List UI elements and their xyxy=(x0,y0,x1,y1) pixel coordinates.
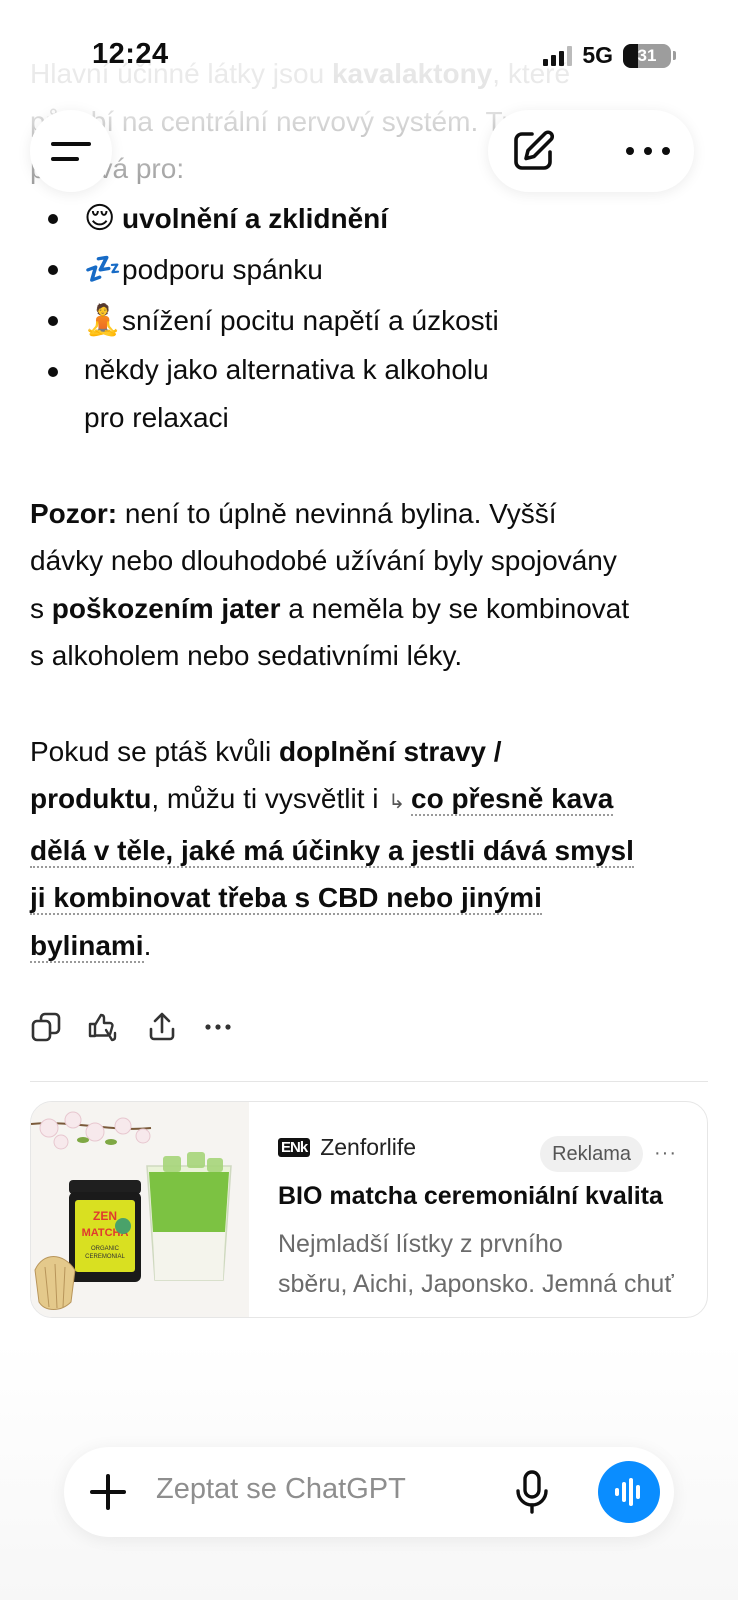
closing-paragraph: Pokud se ptáš kvůli doplnění stravy / pr… xyxy=(30,728,710,970)
list-item-text: podporu spánku xyxy=(122,253,323,285)
list-item-text: pro relaxaci xyxy=(84,401,229,433)
warning-label: Pozor: xyxy=(30,497,118,529)
chat-input[interactable] xyxy=(156,1473,486,1506)
closing-text: , můžu ti vysvětlit i xyxy=(151,783,387,814)
warning-bold: poškozením jater xyxy=(51,592,281,624)
new-chat-edit-icon[interactable] xyxy=(510,128,556,174)
closing-bold: doplnění stravy / xyxy=(279,735,502,767)
follow-up-link[interactable]: ji kombinovat třeba s CBD nebo jinými xyxy=(30,882,542,915)
warning-text: s xyxy=(30,592,52,624)
list-item: 😌 uvolnění a zklidnění xyxy=(30,193,710,244)
composer-bar xyxy=(64,1447,674,1537)
sleeping-zzz-icon: 💤 xyxy=(84,251,122,287)
list-item: někdy jako alternativa k alkoholu pro rel… xyxy=(30,346,710,442)
ad-badge: Reklama xyxy=(540,1136,643,1172)
follow-up-link[interactable]: co přesně kava xyxy=(411,783,614,816)
ad-description-line: sběru, Aichi, Japonsko. Jemná chuť xyxy=(278,1270,674,1298)
network-type: 5G xyxy=(582,42,613,68)
status-bar: 12:24 5G 31 xyxy=(0,0,738,70)
benefit-list: 😌 uvolnění a zklidnění 💤podporu spánku 🧘s… xyxy=(30,193,710,442)
warning-text: s alkoholem nebo sedativními léky. xyxy=(30,640,463,671)
brand-logo: ENk xyxy=(278,1138,311,1157)
list-item: 🧘snížení pocitu napětí a úzkosti xyxy=(30,295,710,346)
warning-paragraph: Pozor: není to úplně nevinná bylina. Vyš… xyxy=(30,490,710,680)
message-actions xyxy=(30,1010,234,1044)
battery-tip xyxy=(673,51,676,60)
ad-more-options-icon[interactable]: ··· xyxy=(654,1142,677,1165)
divider xyxy=(30,1081,708,1082)
voice-mode-button[interactable] xyxy=(598,1461,660,1523)
feedback-icon[interactable] xyxy=(86,1010,122,1044)
voice-waveform-icon xyxy=(615,1478,640,1506)
matcha-product-illustration: ZEN MATCHA ORGANIC CEREMONIAL xyxy=(31,1111,232,1310)
warning-text: není to úplně nevinná bylina. Vyšší xyxy=(117,497,557,529)
microphone-icon[interactable] xyxy=(512,1469,552,1515)
ad-description: Nejmladší lístky z prvního sběru, Aichi,… xyxy=(278,1224,678,1304)
more-options-icon[interactable] xyxy=(626,138,670,164)
status-indicators: 5G 31 xyxy=(543,42,676,69)
share-icon[interactable] xyxy=(146,1011,178,1043)
follow-up-link[interactable]: dělá v těle, jaké má účinky a jestli dáv… xyxy=(30,834,634,868)
status-time: 12:24 xyxy=(92,38,169,70)
signal-icon xyxy=(543,45,573,66)
follow-up-link[interactable]: bylinami xyxy=(30,929,144,963)
closing-text: Pokud se ptáš kvůli xyxy=(30,735,280,767)
ad-brand: ENk Zenforlife xyxy=(278,1134,416,1161)
ad-title: BIO matcha ceremoniální kvalita xyxy=(278,1182,663,1210)
closing-text: . xyxy=(143,929,152,961)
relieved-face-icon: 😌 xyxy=(84,200,116,236)
ad-product-image: ZEN MATCHA ORGANIC CEREMONIAL xyxy=(31,1102,249,1317)
meditation-icon: 🧘 xyxy=(84,302,122,338)
battery-icon: 31 xyxy=(623,43,671,68)
jar-label-text: CEREMONIAL xyxy=(85,1254,125,1260)
list-item-text: někdy jako alternativa k alkoholu xyxy=(84,353,489,385)
list-item: 💤podporu spánku xyxy=(30,244,710,295)
jar-label-text: ORGANIC xyxy=(91,1246,120,1252)
warning-text: a neměla by se kombinovat xyxy=(280,592,630,624)
copy-icon[interactable] xyxy=(30,1011,62,1043)
top-actions-pill xyxy=(488,110,694,192)
battery-percent: 31 xyxy=(637,45,657,65)
ad-description-line: Nejmladší lístky z prvního xyxy=(278,1230,563,1258)
warning-text: dávky nebo dlouhodobé užívání byly spojo… xyxy=(30,545,617,576)
more-icon[interactable] xyxy=(202,1011,234,1043)
add-attachment-icon[interactable] xyxy=(90,1474,126,1510)
follow-up-arrow-icon: ↳ xyxy=(388,791,406,813)
list-item-text: uvolnění a zklidnění xyxy=(122,202,389,234)
jar-label-text: ZEN xyxy=(93,1209,117,1223)
closing-bold: produktu xyxy=(30,783,152,814)
brand-name: Zenforlife xyxy=(320,1134,417,1160)
sidebar-menu-button[interactable] xyxy=(30,110,112,192)
sponsored-ad-card[interactable]: ZEN MATCHA ORGANIC CEREMONIAL ENk Zenfor… xyxy=(30,1101,708,1318)
list-item-text: snížení pocitu napětí a úzkosti xyxy=(122,304,499,336)
